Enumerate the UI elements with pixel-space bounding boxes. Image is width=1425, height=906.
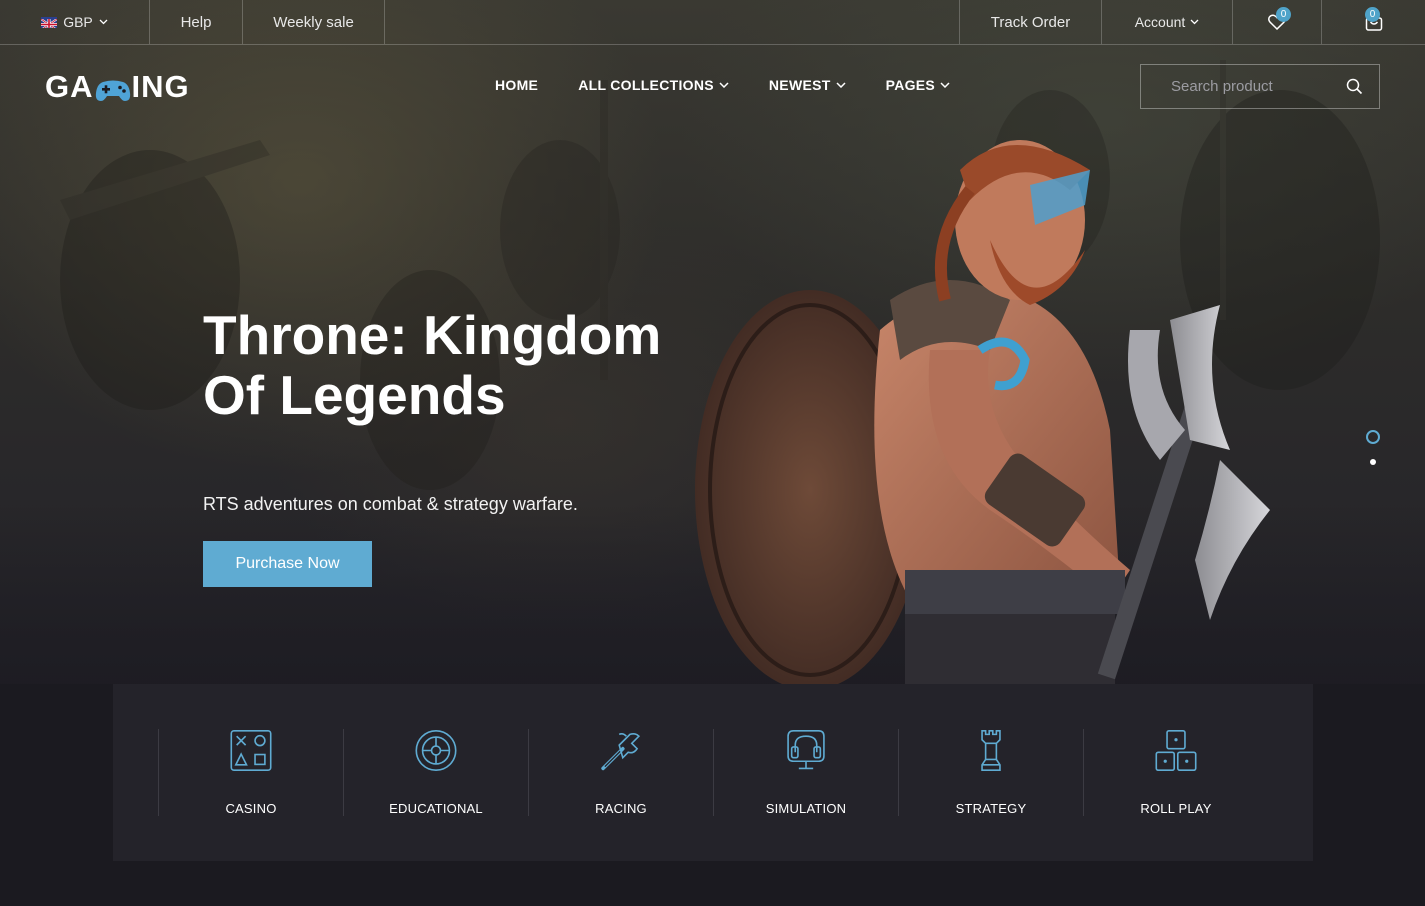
weekly-sale-link[interactable]: Weekly sale [243,0,385,44]
chevron-down-icon [719,82,729,88]
site-logo[interactable]: GA ING [45,69,190,105]
currency-label: GBP [63,14,93,30]
top-utility-bar: GBP Help Weekly sale Track Order Account… [0,0,1425,45]
category-strategy[interactable]: STRATEGY [898,729,1083,816]
search-icon[interactable] [1346,78,1363,100]
category-label: EDUCATIONAL [389,801,483,816]
category-label: CASINO [225,801,277,816]
simulation-icon [787,729,825,770]
category-casino[interactable]: CASINO [158,729,343,816]
slider-dot[interactable] [1370,459,1376,465]
chevron-down-icon [1190,19,1199,25]
cart-button[interactable]: 0 [1322,0,1425,44]
logo-text-right: ING [131,69,190,104]
warrior-illustration [695,140,1270,684]
main-navigation: HOME ALL COLLECTIONS NEWEST PAGES [495,77,990,93]
track-order-link[interactable]: Track Order [960,0,1102,44]
category-label: SIMULATION [765,801,847,816]
racing-icon [601,732,641,771]
category-label: STRATEGY [955,801,1027,816]
nav-newest-label: NEWEST [768,77,831,93]
hero-title: Throne: Kingdom Of Legends [203,305,723,425]
uk-flag-icon [41,16,58,28]
category-roll-play[interactable]: ROLL PLAY [1083,729,1268,816]
nav-home[interactable]: HOME [495,77,538,93]
currency-selector[interactable]: GBP [0,0,150,44]
slider-dot-active[interactable] [1366,430,1380,444]
logo-text-left: GA [45,69,94,104]
purchase-now-button[interactable]: Purchase Now [203,541,372,587]
chevron-down-icon [99,19,108,25]
wishlist-count-badge: 0 [1276,7,1291,22]
category-simulation[interactable]: SIMULATION [713,729,898,816]
category-racing[interactable]: RACING [528,729,713,816]
nav-pages-label: PAGES [885,77,936,93]
help-link[interactable]: Help [150,0,243,44]
casino-icon [230,729,272,772]
category-panel: CASINO EDUCATIONAL RACING SIMULATION STR… [113,684,1313,861]
strategy-icon [981,729,1001,772]
educational-icon [415,729,457,772]
cart-count-badge: 0 [1365,7,1380,22]
account-label: Account [1134,14,1186,30]
hero-subtitle: RTS adventures on combat & strategy warf… [203,494,578,514]
topbar-spacer [385,0,960,44]
chevron-down-icon [836,82,846,88]
chevron-down-icon [940,82,950,88]
category-label: RACING [595,801,647,816]
hero-title-line-2: Of Legends [203,364,506,426]
nav-all-collections[interactable]: ALL COLLECTIONS [578,77,729,93]
category-label: ROLL PLAY [1140,801,1212,816]
main-header: GA ING HOME ALL COLLECTIONS NEWEST PAGES [0,45,1425,130]
wishlist-button[interactable]: 0 [1233,0,1322,44]
hero-title-line-1: Throne: Kingdom [203,304,662,366]
nav-all-collections-label: ALL COLLECTIONS [578,77,714,93]
nav-newest[interactable]: NEWEST [769,77,846,93]
category-educational[interactable]: EDUCATIONAL [343,729,528,816]
search-box [1140,64,1380,109]
search-input[interactable] [1141,78,1336,95]
account-menu[interactable]: Account [1102,0,1233,44]
nav-pages[interactable]: PAGES [886,77,950,93]
nav-home-label: HOME [495,77,539,93]
gamepad-icon [95,75,131,101]
roll-play-icon [1155,729,1197,772]
